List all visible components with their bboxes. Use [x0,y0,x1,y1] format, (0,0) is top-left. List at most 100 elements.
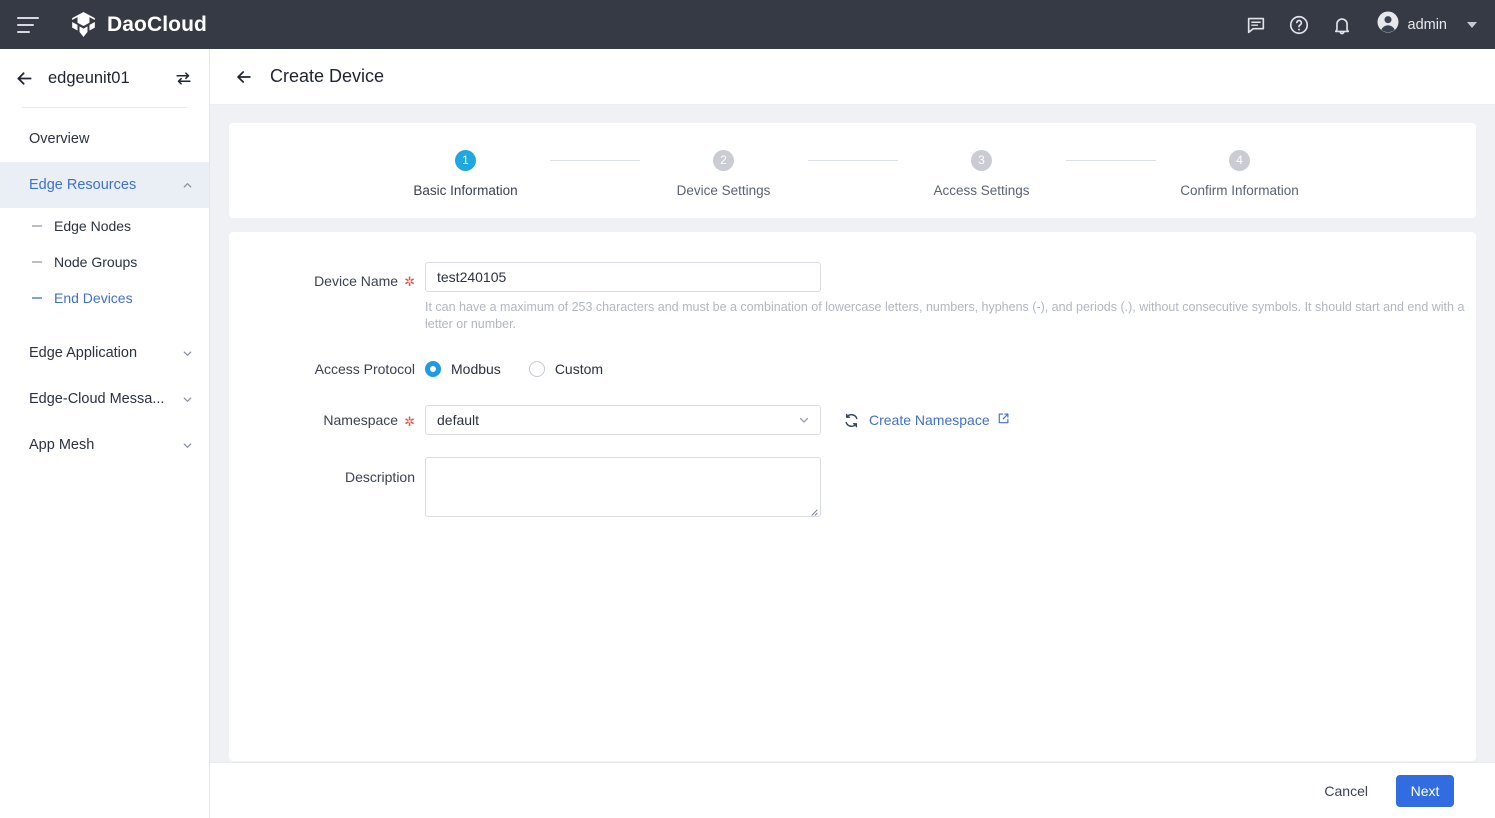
device-name-input[interactable] [425,262,821,292]
chevron-down-icon [798,414,810,426]
brand-name: DaoCloud [107,12,207,36]
sidebar-item-label: App Mesh [29,437,95,453]
radio-icon [425,361,441,377]
avatar [1376,10,1400,39]
help-icon[interactable] [1288,14,1310,36]
device-name-control [425,262,821,292]
edge-unit-name: edgeunit01 [48,68,130,87]
next-button[interactable]: Next [1396,774,1454,807]
label-text: Namespace [323,412,399,428]
chat-icon[interactable] [1245,14,1267,36]
hamburger-icon[interactable] [17,16,39,33]
namespace-label: Namespace ✲ [229,405,415,435]
description-control [425,457,821,517]
sidebar-item-edge-nodes[interactable]: Edge Nodes [0,208,209,244]
radio-option-custom[interactable]: Custom [528,361,604,377]
step-label: Access Settings [933,182,1030,198]
step-number: 4 [1229,149,1250,171]
chevron-down-icon [182,440,193,451]
external-link-icon [997,412,1010,428]
required-asterisk: ✲ [404,274,415,289]
namespace-control: default [425,405,821,435]
sidebar-header: edgeunit01 [0,49,209,107]
step-device-settings[interactable]: 2 Device Settings [640,149,808,198]
sidebar-item-label: Edge Resources [29,177,137,193]
step-number: 1 [455,149,476,171]
access-protocol-label: Access Protocol [229,354,415,384]
access-protocol-row: Access Protocol Modbus Custom [229,354,1476,384]
sidebar-item-label: Edge Application [29,345,138,361]
description-textarea[interactable] [425,457,821,517]
sidebar-item-label: Overview [29,131,90,147]
stepper-track: 1 Basic Information 2 Device Settings 3 … [382,149,1324,198]
step-label: Confirm Information [1180,182,1299,198]
user-menu[interactable]: admin [1376,10,1477,39]
label-text: Access Protocol [314,361,415,377]
label-text: Device Name [314,272,399,289]
namespace-row: Namespace ✲ default Create Namespace [229,405,1476,435]
radio-option-modbus[interactable]: Modbus [425,361,501,377]
sidebar: edgeunit01 Overview Edge Resources Edge … [0,49,210,818]
step-connector [807,159,898,161]
bullet-dash-icon [32,225,42,227]
step-number: 2 [713,149,734,171]
create-namespace-link[interactable]: Create Namespace [869,412,1010,428]
brand-logo-link[interactable]: DaoCloud [69,10,207,39]
sidebar-item-node-groups[interactable]: Node Groups [0,244,209,280]
top-bar: DaoCloud admin [0,0,1495,49]
sidebar-item-edge-application[interactable]: Edge Application [0,330,209,376]
chevron-down-icon [182,394,193,405]
step-basic-information[interactable]: 1 Basic Information [382,149,550,198]
sidebar-item-app-mesh[interactable]: App Mesh [0,422,209,468]
cancel-button[interactable]: Cancel [1324,783,1368,799]
basic-information-form: Device Name ✲ It can have a maximum of 2… [229,232,1476,761]
bullet-dash-icon [32,261,42,263]
step-number: 3 [971,149,992,171]
refresh-icon[interactable] [843,412,860,429]
sidebar-item-label: Node Groups [54,254,138,270]
page-back-arrow-icon[interactable] [234,67,254,87]
namespace-selected-value: default [437,412,480,428]
sidebar-item-label: End Devices [54,290,133,306]
description-label: Description [229,457,415,487]
radio-label: Custom [554,361,604,377]
radio-label: Modbus [451,361,501,377]
back-arrow-icon[interactable] [14,68,35,89]
sidebar-item-edge-cloud-messaging[interactable]: Edge-Cloud Messa... [0,376,209,422]
sidebar-item-edge-resources[interactable]: Edge Resources [0,162,209,208]
stepper: 1 Basic Information 2 Device Settings 3 … [229,123,1476,218]
label-text: Description [344,468,415,485]
device-name-helper-text: It can have a maximum of 253 characters … [425,300,1465,331]
sidebar-item-overview[interactable]: Overview [0,116,209,162]
device-name-row: Device Name ✲ [229,262,1476,292]
step-label: Device Settings [676,182,771,198]
sidebar-item-label: Edge-Cloud Messa... [29,391,165,407]
chevron-down-icon [182,348,193,359]
main-content: Create Device 1 Basic Information 2 Devi… [210,49,1495,818]
step-connector [549,159,640,161]
chevron-up-icon [182,180,193,191]
create-namespace-label: Create Namespace [869,412,990,428]
page-header: Create Device [210,49,1495,105]
step-label: Basic Information [413,182,518,198]
access-protocol-radio-group: Modbus Custom [425,361,631,377]
step-confirm-information[interactable]: 4 Confirm Information [1156,149,1324,198]
step-access-settings[interactable]: 3 Access Settings [898,149,1066,198]
namespace-select[interactable]: default [425,405,821,435]
namespace-actions: Create Namespace [843,412,1010,429]
chevron-down-icon [1467,21,1477,28]
device-name-label: Device Name ✲ [229,262,415,292]
required-asterisk: ✲ [404,413,415,429]
user-name: admin [1407,16,1448,33]
radio-icon [528,361,545,377]
page-title: Create Device [270,66,385,86]
form-footer: Cancel Next [210,762,1495,818]
swap-icon[interactable] [174,69,193,88]
resize-grip-icon[interactable] [807,503,818,516]
bell-icon[interactable] [1331,14,1353,36]
sidebar-nav: Overview Edge Resources Edge Nodes Node … [0,108,209,468]
sidebar-item-label: Edge Nodes [54,218,132,234]
sidebar-item-end-devices[interactable]: End Devices [0,280,209,316]
step-connector [1065,159,1156,161]
